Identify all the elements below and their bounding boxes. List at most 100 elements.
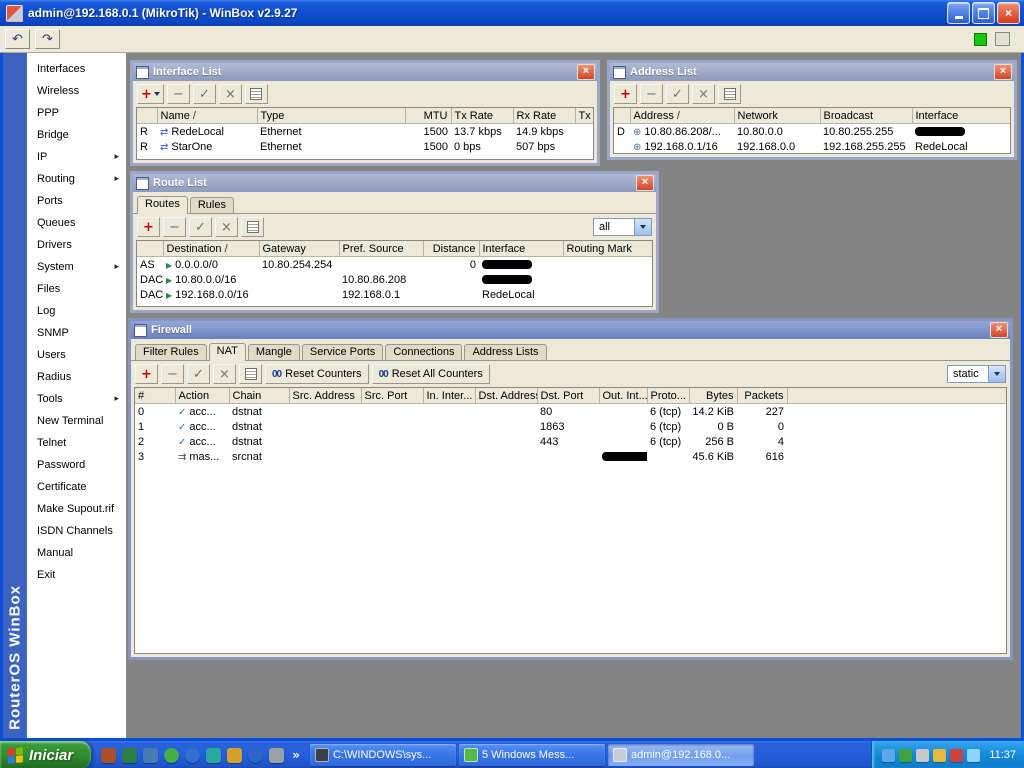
remove-button[interactable]: − [166, 84, 190, 104]
column-header-src-port[interactable]: Src. Port [361, 388, 424, 404]
remove-button[interactable]: − [163, 217, 186, 237]
route-filter-dropdown[interactable]: all [593, 218, 652, 236]
close-icon[interactable]: × [636, 175, 654, 191]
column-header-bytes[interactable]: Bytes [689, 388, 738, 404]
column-header-name[interactable]: Name [157, 108, 258, 124]
sidebar-item-manual[interactable]: Manual [27, 542, 126, 564]
tab-connections[interactable]: Connections [385, 344, 463, 360]
disable-button[interactable]: × [218, 84, 242, 104]
quicklaunch-icon-3[interactable] [143, 747, 159, 763]
redo-button[interactable]: ↷ [35, 29, 60, 49]
column-header-packets[interactable]: Packets [737, 388, 788, 404]
reset-all-counters-button[interactable]: 00 Reset All Counters [371, 364, 490, 384]
taskbar-task-button[interactable]: 5 Windows Mess... [458, 744, 605, 766]
tab-nat[interactable]: NAT [208, 343, 246, 361]
enable-button[interactable]: ✓ [189, 217, 212, 237]
column-header-action[interactable]: Action [175, 388, 230, 404]
enable-button[interactable]: ✓ [187, 364, 210, 384]
sidebar-item-log[interactable]: Log [27, 300, 126, 322]
sidebar-item-new-terminal[interactable]: New Terminal [27, 410, 126, 432]
column-header-tx-rate[interactable]: Tx Rate [451, 108, 514, 124]
comment-button[interactable] [239, 364, 262, 384]
tab-mangle[interactable]: Mangle [247, 344, 300, 360]
sidebar-item-certificate[interactable]: Certificate [27, 476, 126, 498]
sidebar-item-tools[interactable]: Tools ▸ [27, 388, 126, 410]
column-header-in-inter[interactable]: In. Inter... [423, 388, 476, 404]
sidebar-item-interfaces[interactable]: Interfaces [27, 58, 126, 80]
tray-icon-2[interactable] [899, 748, 913, 762]
table-row[interactable]: 2acc...dstnat4436 (tcp)256 B4 [135, 434, 1006, 449]
table-row[interactable]: 0acc...dstnat806 (tcp)14.2 KiB227 [135, 404, 1006, 420]
column-header-blank[interactable]: # [135, 388, 176, 404]
table-row[interactable]: AS0.0.0.0/010.80.254.2540 [137, 257, 652, 273]
minimize-button[interactable] [947, 2, 970, 24]
sidebar-item-drivers[interactable]: Drivers [27, 234, 126, 256]
tab-routes[interactable]: Routes [137, 196, 188, 214]
table-row[interactable]: RStarOneEthernet15000 bps507 bps [137, 139, 593, 154]
tray-icon-4[interactable] [933, 748, 947, 762]
column-header-interface[interactable]: Interface [912, 108, 1010, 124]
quicklaunch-overflow-chevron[interactable]: » [292, 748, 300, 762]
sidebar-item-ppp[interactable]: PPP [27, 102, 126, 124]
sidebar-item-bridge[interactable]: Bridge [27, 124, 126, 146]
column-header-proto[interactable]: Proto... [647, 388, 690, 404]
tray-icon-1[interactable] [882, 748, 896, 762]
quicklaunch-icon-9[interactable] [269, 747, 285, 763]
quicklaunch-icon-5[interactable] [185, 747, 201, 763]
column-header-type[interactable]: Type [257, 108, 406, 124]
remove-button[interactable]: − [640, 84, 663, 104]
sidebar-item-make-supout-rif[interactable]: Make Supout.rif [27, 498, 126, 520]
add-button[interactable]: + [137, 217, 160, 237]
sidebar-item-telnet[interactable]: Telnet [27, 432, 126, 454]
tab-address-lists[interactable]: Address Lists [464, 344, 547, 360]
add-button[interactable]: + [135, 364, 158, 384]
column-header-address[interactable]: Address [630, 108, 735, 124]
table-row[interactable]: RRedeLocalEthernet150013.7 kbps14.9 kbps [137, 124, 593, 140]
column-header-interface[interactable]: Interface [479, 241, 564, 257]
column-header-src-address[interactable]: Src. Address [289, 388, 362, 404]
quicklaunch-icon-8[interactable] [248, 747, 264, 763]
disable-button[interactable]: × [215, 217, 238, 237]
close-icon[interactable]: × [990, 322, 1008, 338]
undo-button[interactable]: ↶ [5, 29, 30, 49]
maximize-button[interactable] [972, 2, 995, 24]
quicklaunch-icon-4[interactable] [164, 747, 180, 763]
sidebar-item-system[interactable]: System ▸ [27, 256, 126, 278]
sidebar-item-files[interactable]: Files [27, 278, 126, 300]
table-row[interactable]: DAC10.80.0.0/1610.80.86.208 [137, 272, 652, 287]
close-button[interactable]: × [997, 2, 1020, 24]
column-header-routing-mark[interactable]: Routing Mark [563, 241, 652, 257]
tray-icon-5[interactable] [950, 748, 964, 762]
sidebar-item-wireless[interactable]: Wireless [27, 80, 126, 102]
column-header-pref-source[interactable]: Pref. Source [339, 241, 424, 257]
tray-icon-3[interactable] [916, 748, 930, 762]
sidebar-item-snmp[interactable]: SNMP [27, 322, 126, 344]
table-row[interactable]: 1acc...dstnat18636 (tcp)0 B0 [135, 419, 1006, 434]
enable-button[interactable]: ✓ [666, 84, 689, 104]
column-header-gateway[interactable]: Gateway [259, 241, 340, 257]
sidebar-item-queues[interactable]: Queues [27, 212, 126, 234]
column-header-broadcast[interactable]: Broadcast [820, 108, 913, 124]
column-header-distance[interactable]: Distance [423, 241, 480, 257]
column-header-tx-p[interactable]: Tx P [575, 108, 593, 124]
column-header-network[interactable]: Network [734, 108, 821, 124]
app-titlebar[interactable]: admin@192.168.0.1 (MikroTik) - WinBox v2… [0, 0, 1024, 26]
add-button[interactable]: + [137, 84, 164, 104]
tab-rules[interactable]: Rules [189, 197, 234, 213]
tab-service-ports[interactable]: Service Ports [301, 344, 384, 360]
nat-filter-dropdown[interactable]: static [947, 365, 1006, 383]
column-header-mtu[interactable]: MTU [405, 108, 452, 124]
enable-button[interactable]: ✓ [192, 84, 216, 104]
add-button[interactable]: + [614, 84, 637, 104]
sidebar-item-users[interactable]: Users [27, 344, 126, 366]
route-list-titlebar[interactable]: Route List × [133, 174, 656, 192]
table-row[interactable]: 3mas...srcnat45.6 KiB616 [135, 449, 1006, 464]
column-header-dst-address[interactable]: Dst. Address [475, 388, 538, 404]
column-header-destination[interactable]: Destination [163, 241, 260, 257]
sidebar-item-ip[interactable]: IP ▸ [27, 146, 126, 168]
firewall-titlebar[interactable]: Firewall × [131, 321, 1010, 339]
close-icon[interactable]: × [994, 64, 1012, 80]
sidebar-item-ports[interactable]: Ports [27, 190, 126, 212]
taskbar-task-button[interactable]: admin@192.168.0... [607, 744, 754, 766]
column-header-rx-rate[interactable]: Rx Rate [513, 108, 576, 124]
